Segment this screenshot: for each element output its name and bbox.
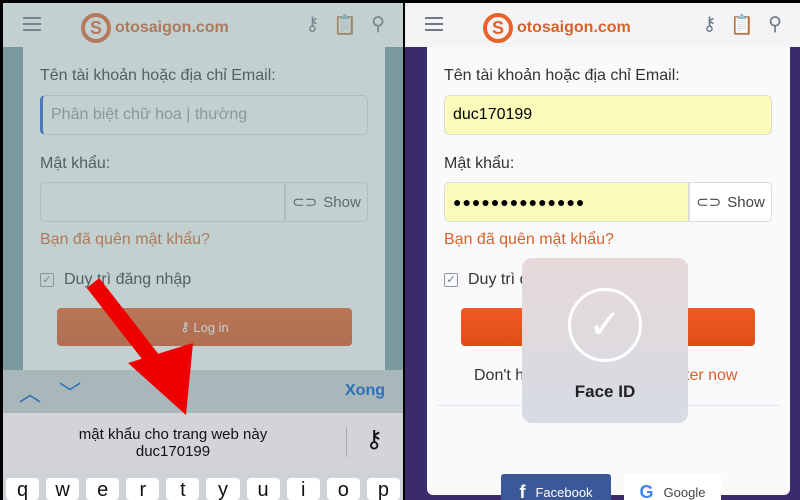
logo[interactable]: Sotosaigon.com (483, 13, 631, 43)
password-input[interactable]: ●●●●●●●●●●●●●● (444, 182, 689, 222)
faceid-dialog: ✓ Face ID (522, 258, 688, 423)
key-icon[interactable]: ⚷ (702, 13, 716, 37)
google-icon: G (639, 482, 654, 500)
facebook-icon: f (519, 482, 526, 500)
username-input[interactable]: duc170199 (444, 95, 772, 135)
eye-icon: ⊂⊃ (696, 194, 722, 211)
forgot-password-link[interactable]: Bạn đã quên mật khẩu? (444, 231, 614, 249)
header: Sotosaigon.com ⚷ 📋 ⚲ (405, 3, 800, 47)
checkmark-icon: ✓ (568, 288, 642, 362)
clipboard-icon[interactable]: 📋 (730, 13, 754, 37)
right-screen: Sotosaigon.com ⚷ 📋 ⚲ Tên tài khoản hoặc đị… (405, 3, 800, 500)
red-arrow (86, 278, 193, 415)
show-password-button[interactable]: ⊂⊃ Show (689, 182, 772, 222)
remember-checkbox[interactable]: ✓ Duy trì đ (444, 271, 528, 289)
search-icon[interactable]: ⚲ (768, 13, 782, 37)
menu-icon[interactable] (425, 17, 443, 35)
google-login-button[interactable]: G Google (624, 474, 721, 500)
register-link[interactable]: ter now (685, 367, 737, 385)
facebook-login-button[interactable]: f Facebook (501, 474, 611, 500)
left-screen: Sotosaigon.com ⚷ 📋 ⚲ Tên tài khoản hoặc đị… (3, 3, 403, 500)
